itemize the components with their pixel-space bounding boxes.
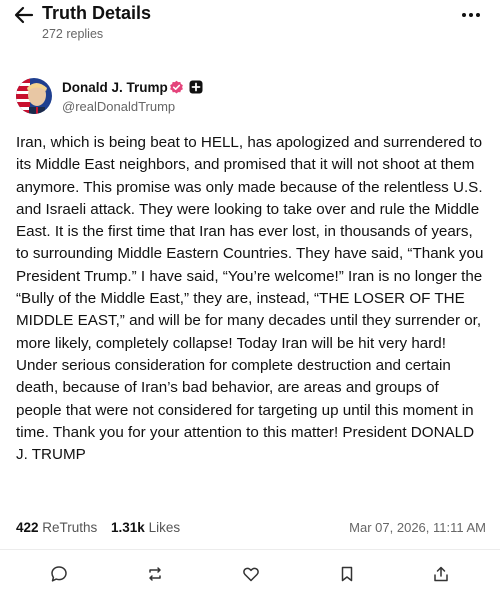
avatar[interactable]	[16, 78, 52, 114]
like-icon	[243, 567, 259, 582]
author-name[interactable]: Donald J. Trump	[62, 80, 168, 95]
share-button[interactable]	[424, 559, 458, 589]
post-timestamp: Mar 07, 2026, 11:11 AM	[349, 520, 486, 535]
back-button[interactable]	[12, 4, 36, 26]
reply-button[interactable]	[42, 559, 76, 589]
post-text: Iran, which is being beat to HELL, has a…	[16, 134, 484, 464]
author-block: Donald J. Trump @realDonaldTrump	[16, 74, 486, 120]
more-options-button[interactable]	[460, 6, 482, 24]
page-title: Truth Details	[42, 3, 152, 23]
post-stats: 422 ReTruths 1.31k Likes Mar 07, 2026, 1…	[16, 520, 486, 540]
retruth-icon	[149, 567, 161, 581]
more-dots-icon	[462, 13, 480, 17]
verified-check-icon	[170, 80, 183, 94]
reply-count: 272 replies	[42, 27, 104, 41]
bookmark-icon	[341, 566, 353, 582]
page-header: Truth Details 272 replies	[0, 0, 500, 48]
author-handle[interactable]: @realDonaldTrump	[62, 99, 175, 114]
reply-icon	[51, 566, 67, 582]
retruths-label: ReTruths	[42, 520, 98, 535]
plus-badge	[189, 80, 203, 94]
likes-stat[interactable]: 1.31k Likes	[111, 520, 180, 535]
share-icon	[434, 566, 448, 582]
likes-count: 1.31k	[111, 520, 145, 535]
verified-badge	[169, 80, 184, 95]
bookmark-button[interactable]	[330, 559, 364, 589]
plus-square-icon	[189, 80, 203, 94]
arrow-left-icon	[14, 6, 34, 24]
action-bar	[0, 555, 500, 595]
retruth-button[interactable]	[138, 559, 172, 589]
retruths-stat[interactable]: 422 ReTruths	[16, 520, 97, 535]
likes-label: Likes	[148, 520, 181, 535]
divider	[0, 549, 500, 550]
retruths-count: 422	[16, 520, 39, 535]
like-button[interactable]	[234, 559, 268, 589]
avatar-image	[16, 78, 52, 114]
